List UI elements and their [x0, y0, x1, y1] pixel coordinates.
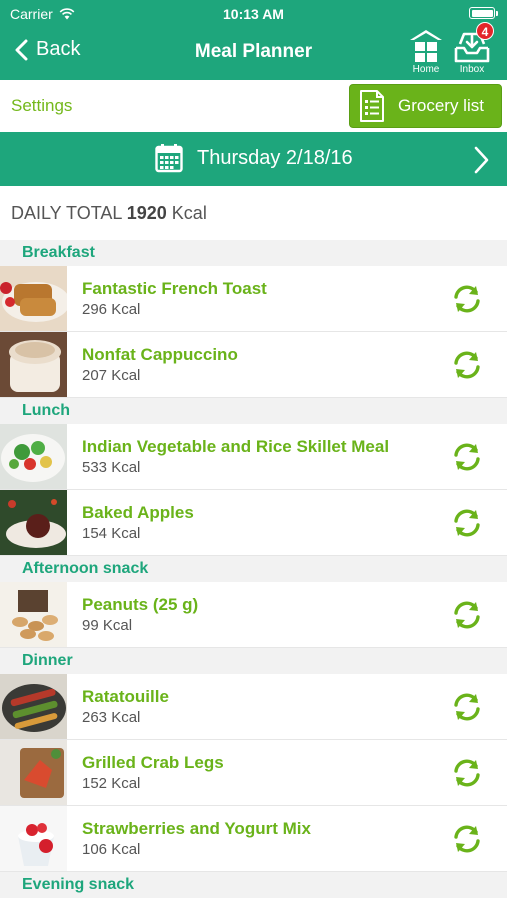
- meal-kcal: 99 Kcal: [82, 617, 133, 634]
- refresh-icon[interactable]: [451, 599, 483, 631]
- section-header-afternoon-snack: Afternoon snack: [0, 556, 507, 582]
- next-day-button[interactable]: [473, 146, 489, 179]
- date-selector[interactable]: Thursday 2/18/16: [155, 143, 353, 173]
- grocery-list-label: Grocery list: [398, 96, 484, 115]
- grocery-list-icon: [360, 90, 384, 122]
- home-button[interactable]: Home: [406, 28, 446, 75]
- inbox-label: Inbox: [459, 64, 485, 75]
- battery-icon: [469, 7, 498, 19]
- date-bar: Thursday 2/18/16: [0, 132, 507, 186]
- meal-name: Strawberries and Yogurt Mix: [82, 819, 311, 838]
- status-bar: Carrier 10:13 AM: [0, 0, 507, 28]
- meal-thumbnail: [0, 266, 67, 331]
- meal-name: Nonfat Cappuccino: [82, 345, 238, 364]
- meal-kcal: 152 Kcal: [82, 775, 141, 792]
- refresh-icon[interactable]: [451, 507, 483, 539]
- date-label: Thursday 2/18/16: [197, 146, 353, 169]
- meal-item[interactable]: Nonfat Cappuccino 207 Kcal: [0, 332, 507, 398]
- grocery-list-button[interactable]: Grocery list: [349, 84, 502, 128]
- meal-name: Baked Apples: [82, 503, 194, 522]
- meal-kcal: 154 Kcal: [82, 525, 141, 542]
- calendar-icon: [155, 144, 183, 173]
- meal-thumbnail: [0, 740, 67, 805]
- nav-bar: Back Meal Planner Home Inbox 4: [0, 22, 507, 80]
- meal-item[interactable]: Grilled Crab Legs 152 Kcal: [0, 740, 507, 806]
- refresh-icon[interactable]: [451, 441, 483, 473]
- meal-item[interactable]: Ratatouille 263 Kcal: [0, 674, 507, 740]
- meal-thumbnail: [0, 490, 67, 555]
- settings-link[interactable]: Settings: [11, 96, 72, 116]
- daily-total-value: 1920: [126, 203, 167, 223]
- section-header-evening-snack: Evening snack: [0, 872, 507, 898]
- meal-item[interactable]: Strawberries and Yogurt Mix 106 Kcal: [0, 806, 507, 872]
- top-bar: Carrier 10:13 AM Back Meal Planner Home …: [0, 0, 507, 80]
- inbox-button[interactable]: Inbox 4: [452, 22, 494, 75]
- meal-name: Indian Vegetable and Rice Skillet Meal: [82, 437, 390, 456]
- home-label: Home: [412, 64, 440, 75]
- meal-item[interactable]: Indian Vegetable and Rice Skillet Meal 5…: [0, 424, 507, 490]
- section-header-breakfast: Breakfast: [0, 240, 507, 266]
- meal-name: Fantastic French Toast: [82, 279, 267, 298]
- meal-kcal: 296 Kcal: [82, 301, 141, 318]
- meal-name: Ratatouille: [82, 687, 169, 706]
- status-time: 10:13 AM: [223, 6, 284, 22]
- daily-total-prefix: DAILY TOTAL: [11, 203, 122, 223]
- meal-kcal: 106 Kcal: [82, 841, 141, 858]
- meal-thumbnail: [0, 674, 67, 739]
- meal-item[interactable]: Peanuts (25 g) 99 Kcal: [0, 582, 507, 648]
- refresh-icon[interactable]: [451, 757, 483, 789]
- section-header-lunch: Lunch: [0, 398, 507, 424]
- meal-item[interactable]: Fantastic French Toast 296 Kcal: [0, 266, 507, 332]
- refresh-icon[interactable]: [451, 691, 483, 723]
- meal-name: Peanuts (25 g): [82, 595, 199, 614]
- home-icon: [410, 30, 442, 62]
- meal-thumbnail: [0, 424, 67, 489]
- inbox-badge: 4: [476, 22, 494, 40]
- meal-thumbnail: [0, 332, 67, 397]
- meal-item[interactable]: Baked Apples 154 Kcal: [0, 490, 507, 556]
- meal-thumbnail: [0, 806, 67, 871]
- section-header-dinner: Dinner: [0, 648, 507, 674]
- toolbar: Settings Grocery list: [0, 80, 507, 132]
- meal-list: Breakfast Fantastic French Toast 296 Kca…: [0, 240, 507, 898]
- meal-name: Grilled Crab Legs: [82, 753, 224, 772]
- meal-kcal: 533 Kcal: [82, 459, 141, 476]
- daily-total-unit: Kcal: [171, 203, 207, 223]
- meal-kcal: 263 Kcal: [82, 709, 141, 726]
- refresh-icon[interactable]: [451, 283, 483, 315]
- daily-total: DAILY TOTAL 1920 Kcal: [0, 186, 507, 240]
- refresh-icon[interactable]: [451, 349, 483, 381]
- refresh-icon[interactable]: [451, 823, 483, 855]
- chevron-right-icon: [474, 146, 489, 174]
- daily-total-text: DAILY TOTAL 1920 Kcal: [11, 203, 207, 224]
- meal-thumbnail: [0, 582, 67, 647]
- meal-kcal: 207 Kcal: [82, 367, 141, 384]
